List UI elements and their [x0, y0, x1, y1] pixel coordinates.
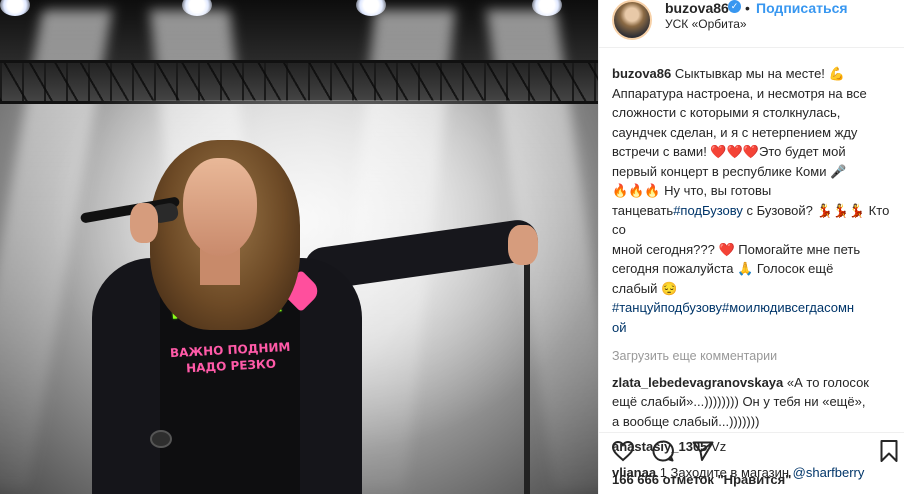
header-divider: [599, 47, 904, 48]
caption-author[interactable]: buzova86: [612, 66, 671, 81]
separator-dot: •: [745, 0, 750, 16]
location-link[interactable]: УСК «Орбита»: [665, 17, 747, 31]
comment: zlata_lebedevagranovskaya «А то голосок …: [612, 373, 894, 432]
caption-text: Сыктывкар мы на месте! 💪 Аппаратура наст…: [612, 66, 867, 218]
post-sidebar: buzova86 ✓ • Подписаться УСК «Орбита» bu…: [598, 0, 904, 494]
mic-pack: [150, 430, 172, 448]
follow-button[interactable]: Подписаться: [756, 0, 848, 16]
verified-check-icon: ✓: [728, 0, 741, 13]
singer-hand: [130, 203, 158, 243]
caption: buzova86 Сыктывкар мы на месте! 💪 Аппара…: [612, 64, 894, 337]
stage-truss-bracing: [0, 63, 598, 101]
username-link[interactable]: buzova86: [665, 0, 729, 16]
comments-section: buzova86 Сыктывкар мы на месте! 💪 Аппара…: [612, 64, 894, 482]
comment-icon[interactable]: [650, 438, 676, 464]
actions-divider: [599, 432, 904, 433]
post-photo[interactable]: ГРОШКА ВАЖНО ПОДНИМ НАДО РЕЗКО: [0, 0, 598, 494]
hashtags[interactable]: #танцуйподбузову#моилюдивсегдасомн ой: [612, 300, 854, 335]
comment-author[interactable]: zlata_lebedevagranovskaya: [612, 375, 783, 390]
likes-count[interactable]: 166 666 отметок "Нравится": [612, 472, 791, 487]
post-header: buzova86 ✓ • Подписаться УСК «Орбита»: [599, 0, 904, 48]
singer-face: [183, 158, 257, 256]
shirt-text: ВАЖНО ПОДНИМ НАДО РЕЗКО: [169, 339, 291, 376]
avatar[interactable]: [612, 0, 652, 40]
load-more-comments-button[interactable]: Загрузить еще комментарии: [612, 347, 894, 367]
action-bar: [599, 438, 904, 470]
share-icon[interactable]: [690, 438, 716, 464]
hashtag-link[interactable]: #подБузову: [673, 203, 743, 218]
bookmark-icon[interactable]: [876, 438, 902, 464]
heart-icon[interactable]: [610, 438, 636, 464]
singer-hand: [508, 225, 538, 265]
mic-stand: [524, 235, 530, 494]
